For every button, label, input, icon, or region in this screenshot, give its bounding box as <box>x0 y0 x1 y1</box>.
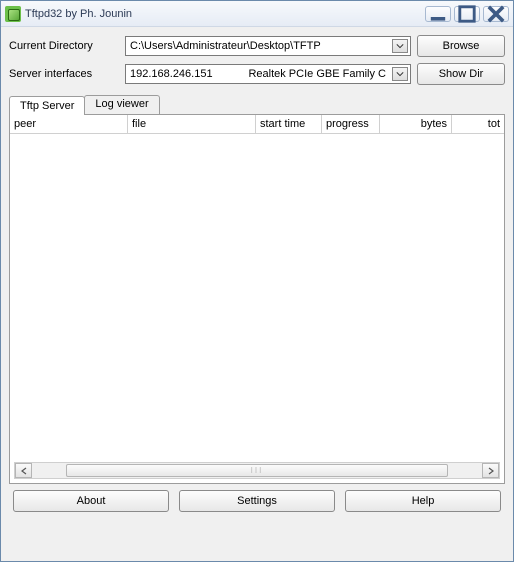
main-window: Tftpd32 by Ph. Jounin Current Directory … <box>0 0 514 562</box>
show-dir-button[interactable]: Show Dir <box>417 63 505 85</box>
chevron-down-icon[interactable] <box>392 67 408 81</box>
scroll-thumb[interactable]: III <box>66 464 449 477</box>
chevron-down-icon[interactable] <box>392 39 408 53</box>
scroll-right-button[interactable] <box>482 463 499 478</box>
horizontal-scrollbar[interactable]: III <box>14 462 500 479</box>
tab-log-viewer[interactable]: Log viewer <box>84 95 159 114</box>
app-icon <box>5 6 21 22</box>
col-bytes[interactable]: bytes <box>380 115 452 133</box>
server-interfaces-combo[interactable]: 192.168.246.151 Realtek PCIe GBE Family … <box>125 64 411 84</box>
settings-button[interactable]: Settings <box>179 490 335 512</box>
row-directory: Current Directory C:\Users\Administrateu… <box>9 35 505 57</box>
tab-strip: Tftp Server Log viewer <box>9 95 505 114</box>
scroll-left-button[interactable] <box>15 463 32 478</box>
about-button[interactable]: About <box>13 490 169 512</box>
maximize-button[interactable] <box>454 6 480 22</box>
col-start-time[interactable]: start time <box>256 115 322 133</box>
help-button[interactable]: Help <box>345 490 501 512</box>
current-directory-value: C:\Users\Administrateur\Desktop\TFTP <box>130 40 321 52</box>
col-peer[interactable]: peer <box>10 115 128 133</box>
window-title: Tftpd32 by Ph. Jounin <box>25 8 425 20</box>
transfer-table-header: peer file start time progress bytes tot <box>10 115 504 134</box>
interface-desc: Realtek PCIe GBE Family C <box>248 68 386 80</box>
minimize-button[interactable] <box>425 6 451 22</box>
label-server-interfaces: Server interfaces <box>9 68 119 80</box>
col-file[interactable]: file <box>128 115 256 133</box>
tab-tftp-server[interactable]: Tftp Server <box>9 96 85 115</box>
content-area: Current Directory C:\Users\Administrateu… <box>1 27 513 561</box>
window-controls <box>425 6 509 22</box>
col-tot[interactable]: tot <box>452 115 504 133</box>
close-button[interactable] <box>483 6 509 22</box>
browse-button[interactable]: Browse <box>417 35 505 57</box>
label-current-directory: Current Directory <box>9 40 119 52</box>
interface-ip: 192.168.246.151 <box>130 68 213 80</box>
current-directory-combo[interactable]: C:\Users\Administrateur\Desktop\TFTP <box>125 36 411 56</box>
tftp-server-panel: peer file start time progress bytes tot … <box>9 114 505 484</box>
scroll-track[interactable]: III <box>32 463 482 478</box>
titlebar[interactable]: Tftpd32 by Ph. Jounin <box>1 1 513 27</box>
row-interfaces: Server interfaces 192.168.246.151 Realte… <box>9 63 505 85</box>
col-progress[interactable]: progress <box>322 115 380 133</box>
footer-buttons: About Settings Help <box>9 484 505 512</box>
